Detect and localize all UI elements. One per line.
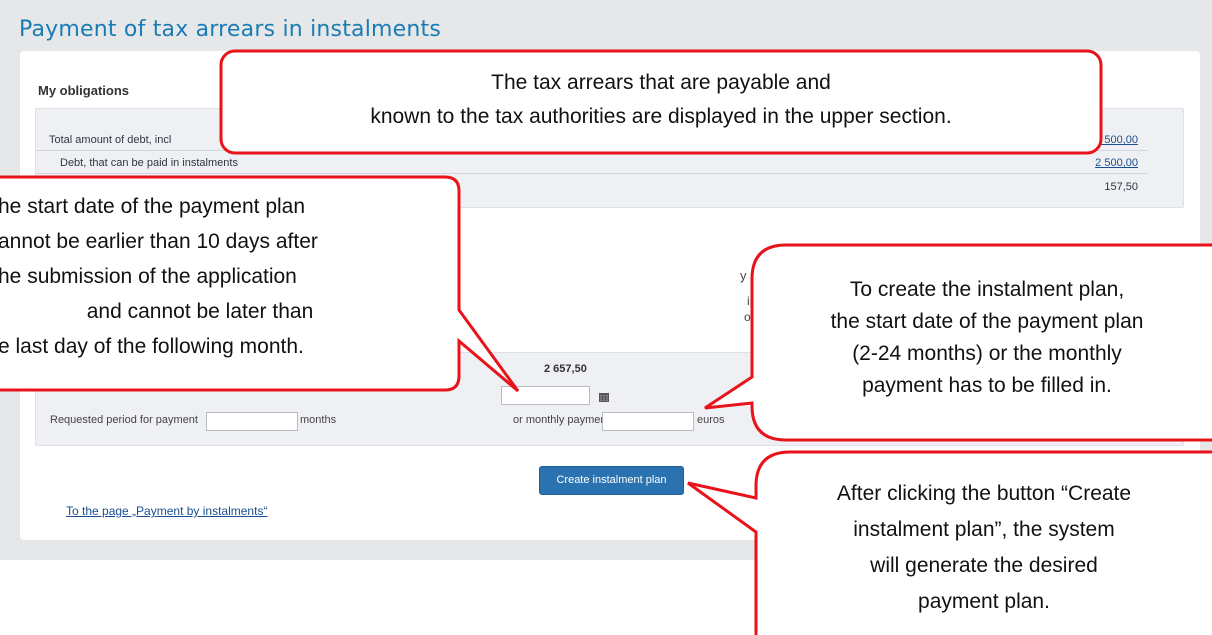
- row-value-link[interactable]: 2 500,00: [1095, 134, 1138, 146]
- row-label: Total amount of debt, incl: [49, 134, 172, 146]
- period-input[interactable]: [206, 412, 298, 431]
- monthly-unit: euros: [697, 414, 725, 426]
- monthly-label: or monthly payment: [513, 414, 610, 426]
- table-row: Debt, that can be paid in instalments 2 …: [36, 154, 1148, 174]
- row-value: 157,50: [1104, 181, 1138, 193]
- row-label: Debt, that can be paid in instalments: [60, 157, 238, 169]
- page-title: Payment of tax arrears in instalments: [19, 17, 442, 42]
- start-date-input[interactable]: [501, 386, 590, 405]
- callout-bottom-line3: will generate the desired: [870, 554, 1098, 577]
- callout-left-line3: he submission of the application: [0, 265, 297, 288]
- callout-left-line5: e last day of the following month.: [0, 335, 304, 358]
- obligations-heading: My obligations: [38, 83, 129, 98]
- callout-right-line2: the start date of the payment plan: [830, 310, 1144, 333]
- period-unit: months: [300, 414, 337, 426]
- callout-left-line1: he start date of the payment plan: [0, 195, 306, 218]
- callout-bottom-line2: instalment plan”, the system: [853, 518, 1115, 541]
- period-label: Requested period for payment: [50, 414, 198, 426]
- callout-bottom-line1: After clicking the button “Create: [836, 482, 1132, 505]
- calendar-icon[interactable]: [599, 389, 609, 402]
- amount-value: 2 657,50: [544, 363, 587, 375]
- callout-right-line3: (2-24 months) or the monthly: [852, 342, 1122, 365]
- create-instalment-plan-button[interactable]: Create instalment plan: [539, 466, 684, 495]
- callout-top-line1: The tax arrears that are payable and: [491, 71, 831, 94]
- callout-left-line2: annot be earlier than 10 days after: [0, 230, 318, 253]
- callout-top-line2: known to the tax authorities are display…: [370, 105, 952, 128]
- monthly-payment-input[interactable]: [602, 412, 694, 431]
- payment-by-instalments-link[interactable]: To the page „Payment by instalments“: [66, 504, 267, 518]
- callout-right-line1: To create the instalment plan,: [849, 278, 1125, 301]
- row-value-link[interactable]: 2 500,00: [1095, 157, 1138, 169]
- callout-bottom-line4: payment plan.: [918, 590, 1050, 613]
- callout-right-line4: payment has to be filled in.: [862, 374, 1112, 397]
- table-row: Total amount of debt, incl 2 500,00: [36, 131, 1148, 151]
- callout-left-line4: and cannot be later than: [86, 300, 314, 323]
